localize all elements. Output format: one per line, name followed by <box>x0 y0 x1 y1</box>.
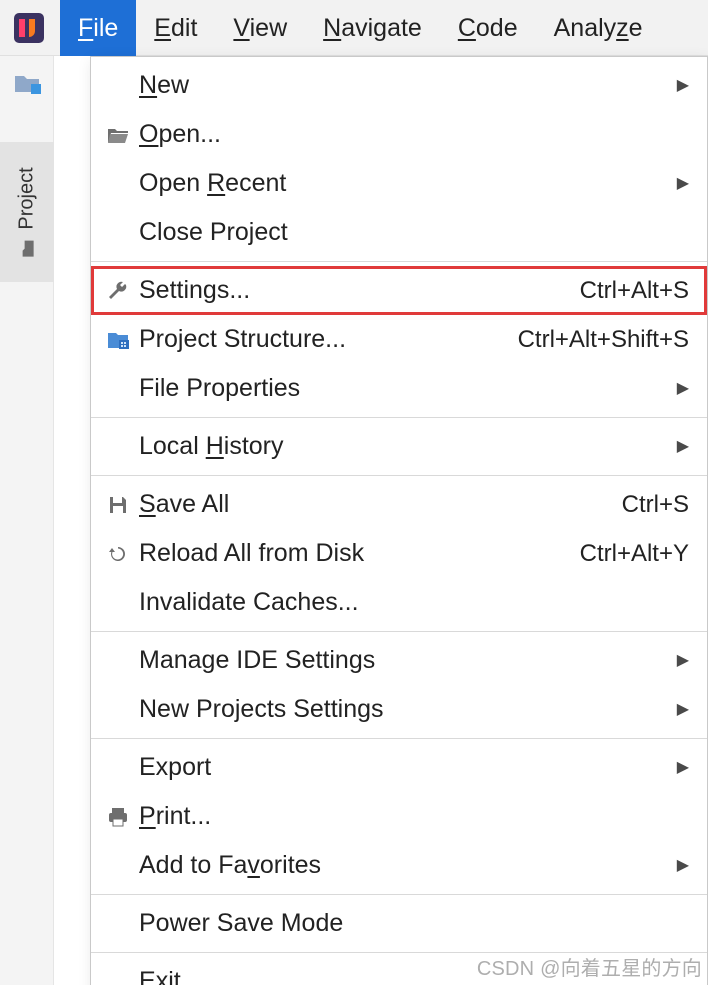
menu-item-shortcut: Ctrl+Alt+Y <box>580 542 689 566</box>
blank-icon <box>103 646 133 676</box>
blank-icon <box>103 169 133 199</box>
chevron-right-icon: ▶ <box>677 381 689 397</box>
app-logo <box>12 11 46 45</box>
blank-icon <box>103 71 133 101</box>
menu-item-label: New <box>139 73 667 98</box>
menu-item-new-projects-settings[interactable]: New Projects Settings ▶ <box>91 685 707 734</box>
menu-item-project-structure[interactable]: Project Structure... Ctrl+Alt+Shift+S <box>91 315 707 364</box>
menu-item-shortcut: Ctrl+Alt+S <box>580 279 689 303</box>
editor-edge <box>54 56 90 256</box>
menu-item-reload-all-from-disk[interactable]: Reload All from Disk Ctrl+Alt+Y <box>91 529 707 578</box>
chevron-right-icon: ▶ <box>677 176 689 192</box>
menu-item-label: Settings... <box>139 278 570 303</box>
menu-item-label: Local History <box>139 434 667 459</box>
menu-item-settings[interactable]: Settings... Ctrl+Alt+S <box>91 266 707 315</box>
chevron-right-icon: ▶ <box>677 760 689 776</box>
menu-separator <box>91 261 707 262</box>
menu-item-label: Invalidate Caches... <box>139 590 689 615</box>
watermark-text: CSDN @向着五星的方向 <box>477 952 702 981</box>
menu-item-add-to-favorites[interactable]: Add to Favorites ▶ <box>91 841 707 890</box>
menu-item-shortcut: Ctrl+S <box>622 493 689 517</box>
blank-icon <box>103 909 133 939</box>
menu-separator <box>91 894 707 895</box>
chevron-right-icon: ▶ <box>677 78 689 94</box>
blank-icon <box>103 374 133 404</box>
folder-open-icon <box>103 120 133 150</box>
print-icon <box>103 802 133 832</box>
blank-icon <box>103 218 133 248</box>
menu-view[interactable]: View <box>215 0 305 56</box>
menu-item-label: Open... <box>139 122 689 147</box>
menu-item-label: Manage IDE Settings <box>139 648 667 673</box>
chevron-right-icon: ▶ <box>677 858 689 874</box>
menu-edit[interactable]: Edit <box>136 0 215 56</box>
menu-item-label: Save All <box>139 492 612 517</box>
menu-item-export[interactable]: Export ▶ <box>91 743 707 792</box>
menu-item-print[interactable]: Print... <box>91 792 707 841</box>
menu-bar: FileEditViewNavigateCodeAnalyze <box>0 0 708 56</box>
file-menu-dropdown: New ▶ Open... Open Recent ▶ Close Project Sett… <box>90 56 708 985</box>
menu-item-local-history[interactable]: Local History ▶ <box>91 422 707 471</box>
menu-item-open-recent[interactable]: Open Recent ▶ <box>91 159 707 208</box>
reload-icon <box>103 539 133 569</box>
project-struct-icon <box>103 325 133 355</box>
menu-item-label: Add to Favorites <box>139 853 667 878</box>
menu-item-save-all[interactable]: Save All Ctrl+S <box>91 480 707 529</box>
menu-item-label: Close Project <box>139 220 689 245</box>
menu-item-label: Open Recent <box>139 171 667 196</box>
menu-item-new[interactable]: New ▶ <box>91 61 707 110</box>
menu-item-manage-ide-settings[interactable]: Manage IDE Settings ▶ <box>91 636 707 685</box>
menu-item-label: Power Save Mode <box>139 911 689 936</box>
menu-item-label: Export <box>139 755 667 780</box>
blank-icon <box>103 967 133 985</box>
chevron-right-icon: ▶ <box>677 702 689 718</box>
menu-separator <box>91 738 707 739</box>
menu-item-close-project[interactable]: Close Project <box>91 208 707 257</box>
folder-icon <box>19 239 35 257</box>
menu-item-power-save-mode[interactable]: Power Save Mode <box>91 899 707 948</box>
menu-item-label: File Properties <box>139 376 667 401</box>
menu-item-open[interactable]: Open... <box>91 110 707 159</box>
menu-analyze[interactable]: Analyze <box>536 0 661 56</box>
menu-item-shortcut: Ctrl+Alt+Shift+S <box>518 328 689 352</box>
chevron-right-icon: ▶ <box>677 653 689 669</box>
wrench-icon <box>103 276 133 306</box>
menu-item-label: Project Structure... <box>139 327 508 352</box>
project-toolwindow-tab[interactable]: Project <box>0 142 54 282</box>
menu-item-label: New Projects Settings <box>139 697 667 722</box>
blank-icon <box>103 588 133 618</box>
menu-navigate[interactable]: Navigate <box>305 0 440 56</box>
chevron-right-icon: ▶ <box>677 439 689 455</box>
blank-icon <box>103 432 133 462</box>
menu-item-file-properties[interactable]: File Properties ▶ <box>91 364 707 413</box>
menu-file[interactable]: File <box>60 0 136 56</box>
blank-icon <box>103 753 133 783</box>
menu-separator <box>91 417 707 418</box>
blank-icon <box>103 851 133 881</box>
side-gutter: Project <box>0 56 54 985</box>
menu-item-invalidate-caches[interactable]: Invalidate Caches... <box>91 578 707 627</box>
project-toolwindow-label: Project <box>16 167 39 229</box>
menu-code[interactable]: Code <box>440 0 536 56</box>
blank-icon <box>103 695 133 725</box>
save-icon <box>103 490 133 520</box>
project-folder-glyph-icon <box>13 72 41 94</box>
menu-item-label: Print... <box>139 804 689 829</box>
menu-separator <box>91 475 707 476</box>
menu-separator <box>91 631 707 632</box>
menu-item-label: Reload All from Disk <box>139 541 570 566</box>
